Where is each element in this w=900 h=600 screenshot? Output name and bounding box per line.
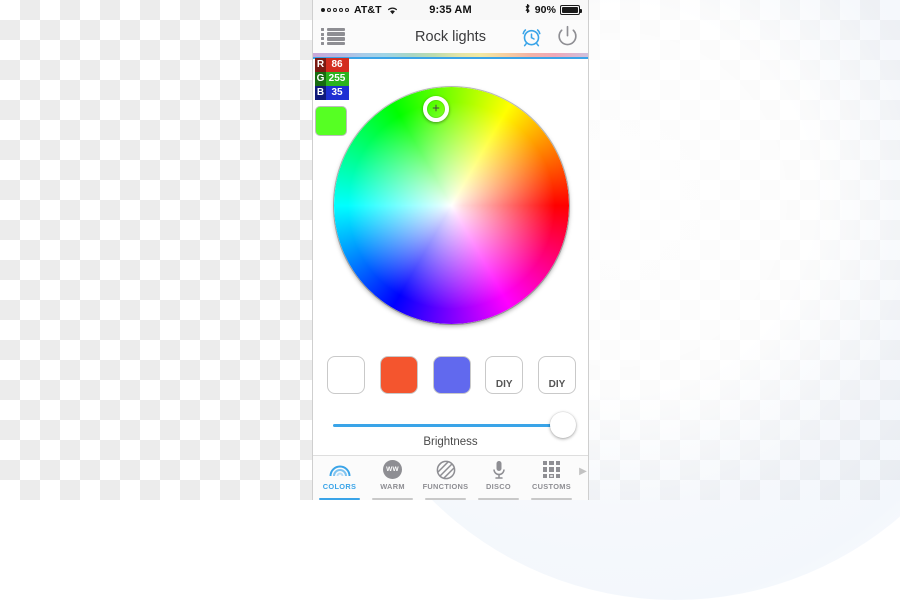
preset-swatch-row: DIY DIY xyxy=(327,356,576,394)
rgb-value-green: 255 xyxy=(328,73,346,84)
color-wheel[interactable] xyxy=(334,87,569,324)
grid-squares-icon xyxy=(542,459,561,480)
tab-disco[interactable]: DISCO xyxy=(472,456,525,500)
status-bar-left: AT&T xyxy=(321,4,429,16)
color-wheel-disc[interactable] xyxy=(334,87,569,324)
list-menu-icon[interactable] xyxy=(321,27,345,46)
battery-percent-label: 90% xyxy=(534,4,557,16)
rgb-row-red: R 86 xyxy=(315,58,349,72)
phone-screen: AT&T 9:35 AM 90% Rock lights R 86 G 255 … xyxy=(312,0,589,500)
tab-label-functions: FUNCTIONS xyxy=(422,482,469,491)
preset-label-3: DIY xyxy=(495,379,513,390)
preset-diy-1-button[interactable]: DIY xyxy=(485,356,524,394)
navigation-bar: Rock lights xyxy=(313,20,588,53)
tab-colors[interactable]: COLORS xyxy=(313,456,366,500)
power-icon[interactable] xyxy=(555,24,580,49)
chevron-right-icon[interactable]: ▶ xyxy=(578,456,588,500)
tab-label-disco: DISCO xyxy=(486,482,511,491)
accent-underline xyxy=(313,57,588,59)
bottom-tab-bar: COLORS WW WARM FUNCTIONS DISCO CUSTOMS ▶ xyxy=(313,455,588,500)
status-bar-clock: 9:35 AM xyxy=(429,4,472,16)
ww-circle-icon: WW xyxy=(383,459,402,480)
tab-warm[interactable]: WW WARM xyxy=(366,456,419,500)
status-bar: AT&T 9:35 AM 90% xyxy=(313,0,588,20)
tab-customs[interactable]: CUSTOMS xyxy=(525,456,578,500)
brightness-label: Brightness xyxy=(423,436,478,448)
bluetooth-icon xyxy=(524,3,531,17)
preset-blue-button[interactable] xyxy=(432,356,471,394)
rgb-value-red: 86 xyxy=(331,59,343,70)
preset-label-4: DIY xyxy=(548,379,566,390)
brightness-slider[interactable] xyxy=(329,412,576,438)
brightness-slider-track[interactable] xyxy=(333,424,570,427)
screenshot-root: AT&T 9:35 AM 90% Rock lights R 86 G 255 … xyxy=(0,0,900,600)
color-wheel-selector-handle[interactable] xyxy=(423,96,449,122)
crosshair-icon xyxy=(432,104,440,114)
navigation-bar-actions xyxy=(520,24,580,49)
carrier-label: AT&T xyxy=(354,4,382,16)
rgb-row-green: G 255 xyxy=(315,72,349,86)
signal-strength-dots xyxy=(321,8,349,12)
preset-orange-button[interactable] xyxy=(379,356,418,394)
brightness-slider-knob[interactable] xyxy=(550,412,576,438)
alarm-clock-icon[interactable] xyxy=(520,25,543,48)
tab-label-colors: COLORS xyxy=(322,482,357,491)
battery-icon xyxy=(560,5,583,15)
rgb-key-blue: B xyxy=(315,86,326,100)
preset-white-button[interactable] xyxy=(327,356,365,394)
preset-diy-2-button[interactable]: DIY xyxy=(538,356,576,394)
color-wheel-saturation-layer xyxy=(334,87,569,324)
rgb-key-green: G xyxy=(315,72,326,86)
rainbow-arc-icon xyxy=(328,459,352,480)
wifi-icon xyxy=(387,6,398,15)
status-bar-right: 90% xyxy=(472,3,583,17)
rgb-key-red: R xyxy=(315,58,326,72)
tab-functions[interactable]: FUNCTIONS xyxy=(419,456,472,500)
microphone-icon xyxy=(491,459,507,480)
striped-circle-icon xyxy=(436,459,456,480)
tab-label-customs: CUSTOMS xyxy=(532,482,571,491)
tab-label-warm: WARM xyxy=(380,482,405,491)
